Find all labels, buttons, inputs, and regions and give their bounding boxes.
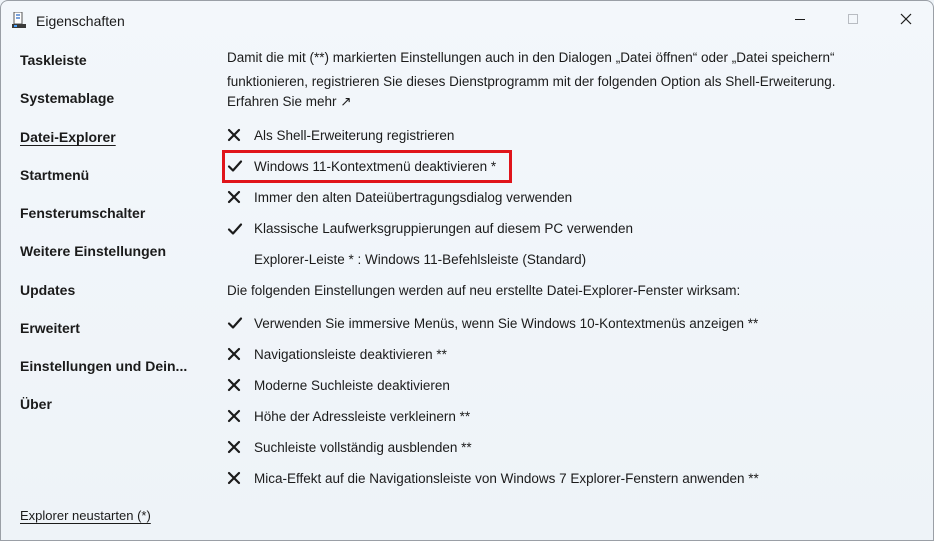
app-icon (12, 12, 26, 28)
option-label: Moderne Suchleiste deaktivieren (254, 377, 450, 393)
restart-explorer-link[interactable]: Explorer neustarten (*) (20, 508, 151, 523)
option-row[interactable]: Mica-Effekt auf die Navigationsleiste vo… (227, 467, 759, 489)
sidebar-item-erweitert[interactable]: Erweitert (20, 320, 80, 336)
section-note: Die folgenden Einstellungen werden auf n… (227, 283, 741, 298)
option-row[interactable]: Suchleiste vollständig ausblenden ** (227, 436, 472, 458)
option-label: Windows 11-Kontextmenü deaktivieren * (254, 158, 497, 174)
option-label: Explorer-Leiste * : Windows 11-Befehlsle… (254, 252, 587, 268)
option-row[interactable]: Immer den alten Dateiübertragungsdialog … (227, 186, 572, 208)
cross-icon (227, 436, 254, 458)
sidebar-item-fensterumschalter[interactable]: Fensterumschalter (20, 205, 145, 221)
sidebar-item-einstellungen-und-dein[interactable]: Einstellungen und Dein... (20, 358, 187, 374)
maximize-icon (848, 14, 858, 24)
option-label: Verwenden Sie immersive Menüs, wenn Sie … (254, 315, 759, 331)
maximize-button[interactable] (830, 1, 876, 37)
cross-icon (227, 343, 254, 365)
option-row[interactable]: Explorer-Leiste * : Windows 11-Befehlsle… (227, 249, 586, 271)
cross-icon (227, 186, 254, 208)
option-label: Mica-Effekt auf die Navigationsleiste vo… (254, 470, 759, 486)
close-button[interactable] (883, 1, 929, 37)
properties-window: Eigenschaften Taskleiste Systemablage Da… (0, 0, 934, 541)
sidebar-item-systemablage[interactable]: Systemablage (20, 90, 114, 106)
option-row[interactable]: Navigationsleiste deaktivieren ** (227, 343, 447, 365)
option-row[interactable]: Windows 11-Kontextmenü deaktivieren * (227, 155, 496, 177)
option-label: Klassische Laufwerksgruppierungen auf di… (254, 221, 633, 237)
option-label: Immer den alten Dateiübertragungsdialog … (254, 189, 573, 205)
option-label: Höhe der Adressleiste verkleinern ** (254, 408, 471, 424)
window-title: Eigenschaften (36, 13, 125, 29)
cross-icon (227, 124, 254, 146)
option-row[interactable]: Moderne Suchleiste deaktivieren (227, 374, 450, 396)
sidebar: Taskleiste Systemablage Datei-Explorer S… (1, 41, 201, 540)
intro-text: Damit die mit (**) markierten Einstellun… (227, 50, 836, 89)
sidebar-item-updates[interactable]: Updates (20, 282, 75, 298)
title-bar[interactable]: Eigenschaften (1, 1, 933, 41)
close-icon (900, 13, 912, 25)
minimize-icon (795, 18, 805, 20)
sidebar-item-taskleiste[interactable]: Taskleiste (20, 52, 87, 68)
checkmark-icon (227, 312, 254, 334)
option-label: Suchleiste vollständig ausblenden ** (254, 439, 472, 455)
cross-icon (227, 405, 254, 427)
sidebar-item-weitere-einstellungen[interactable]: Weitere Einstellungen (20, 243, 166, 259)
checkmark-icon (227, 155, 254, 177)
option-row[interactable]: Klassische Laufwerksgruppierungen auf di… (227, 218, 633, 240)
option-label: Navigationsleiste deaktivieren ** (254, 346, 447, 362)
sidebar-item-ueber[interactable]: Über (20, 396, 52, 412)
option-row[interactable]: Als Shell-Erweiterung registrieren (227, 124, 454, 146)
learn-more-link[interactable]: Erfahren Sie mehr ↗ (227, 94, 352, 110)
sidebar-item-datei-explorer[interactable]: Datei-Explorer (20, 129, 116, 145)
option-row[interactable]: Verwenden Sie immersive Menüs, wenn Sie … (227, 312, 758, 334)
main-content: Damit die mit (**) markierten Einstellun… (227, 41, 923, 540)
minimize-button[interactable] (777, 1, 823, 37)
cross-icon (227, 374, 254, 396)
option-label: Als Shell-Erweiterung registrieren (254, 127, 455, 143)
option-row[interactable]: Höhe der Adressleiste verkleinern ** (227, 405, 470, 427)
cross-icon (227, 467, 254, 489)
sidebar-item-startmenue[interactable]: Startmenü (20, 167, 89, 183)
checkmark-icon (227, 218, 254, 240)
